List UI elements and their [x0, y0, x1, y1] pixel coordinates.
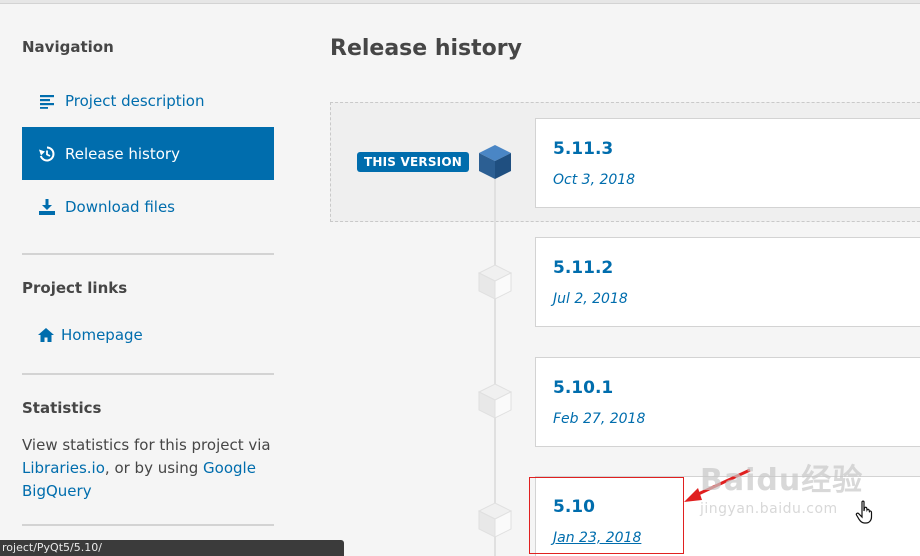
annotation-highlight-box [529, 477, 684, 554]
status-bar-url: roject/PyQt5/5.10/ [0, 540, 344, 556]
package-cube-icon [477, 264, 513, 300]
watermark-main: Baidu经验 [700, 463, 864, 498]
release-date: Oct 3, 2018 [553, 172, 636, 188]
nav-label: Download files [65, 197, 175, 216]
statistics-text: View statistics for this project via Lib… [22, 434, 274, 503]
release-card[interactable]: 5.10.1 Feb 27, 2018 [535, 357, 920, 447]
top-border [0, 0, 920, 4]
nav-release-history[interactable]: Release history [22, 127, 274, 180]
package-cube-icon [477, 383, 513, 419]
package-cube-icon-current [479, 145, 511, 179]
nav-label: Release history [65, 144, 180, 163]
statistics-heading: Statistics [22, 399, 102, 417]
release-card[interactable]: 5.11.3 Oct 3, 2018 [535, 118, 920, 208]
project-links-heading: Project links [22, 279, 128, 297]
this-version-badge: THIS VERSION [357, 152, 469, 172]
release-date: Feb 27, 2018 [553, 411, 646, 427]
sidebar-divider [22, 253, 274, 255]
history-icon [38, 145, 56, 163]
nav-download-files[interactable]: Download files [22, 180, 274, 233]
statistics-text-part: View statistics for this project via [22, 436, 271, 454]
release-version: 5.10.1 [553, 378, 614, 398]
release-version: 5.11.3 [553, 139, 614, 159]
release-card[interactable]: 5.11.2 Jul 2, 2018 [535, 237, 920, 327]
navigation-heading: Navigation [22, 38, 114, 56]
statistics-text-part: , or by using [104, 459, 199, 477]
page-title: Release history [330, 36, 522, 61]
release-version: 5.11.2 [553, 258, 614, 278]
package-cube-icon [477, 502, 513, 538]
sidebar-divider [22, 373, 274, 375]
download-icon [38, 198, 56, 216]
libraries-io-link[interactable]: Libraries.io [22, 459, 105, 477]
nav-project-description[interactable]: Project description [22, 74, 274, 127]
sidebar-divider [22, 524, 274, 526]
align-left-icon [38, 92, 56, 110]
home-icon [37, 326, 55, 344]
hand-cursor-icon [855, 500, 873, 524]
release-date: Jul 2, 2018 [553, 291, 628, 307]
homepage-label: Homepage [61, 325, 143, 344]
timeline-line [494, 170, 496, 556]
homepage-link[interactable]: Homepage [22, 308, 274, 361]
nav-label: Project description [65, 91, 205, 110]
